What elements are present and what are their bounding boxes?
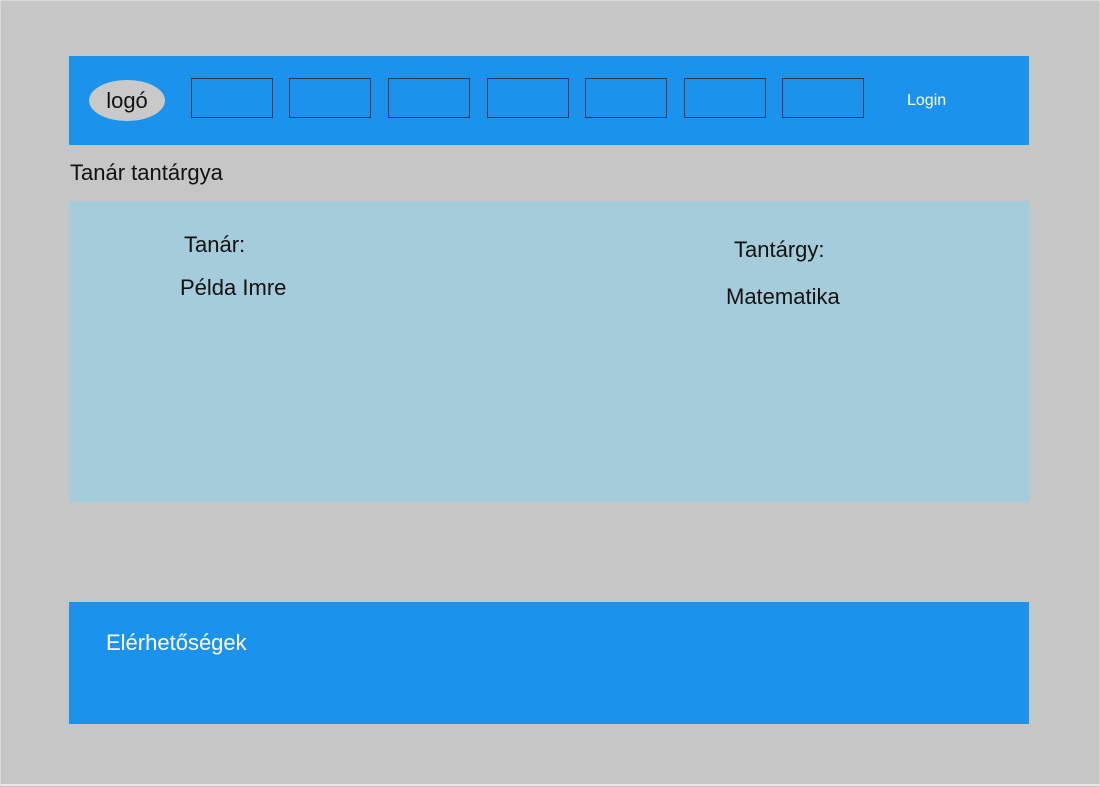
- nav-item-1[interactable]: [191, 78, 273, 118]
- footer: Elérhetőségek: [69, 602, 1029, 724]
- subject-value: Matematika: [726, 284, 840, 309]
- footer-contacts: Elérhetőségek: [106, 630, 247, 655]
- nav-item-6[interactable]: [684, 78, 766, 118]
- content-panel: Tanár: Példa Imre Tantárgy: Matematika: [69, 201, 1029, 502]
- nav-item-5[interactable]: [585, 78, 667, 118]
- nav-item-7[interactable]: [782, 78, 864, 118]
- nav-item-4[interactable]: [487, 78, 569, 118]
- teacher-label: Tanár:: [184, 232, 246, 257]
- navbar: logó Login: [69, 56, 1029, 145]
- logo[interactable]: logó: [89, 80, 165, 121]
- logo-text: logó: [106, 87, 148, 113]
- page-title: Tanár tantárgya: [70, 160, 223, 185]
- login-link[interactable]: Login: [907, 92, 946, 110]
- nav-item-3[interactable]: [388, 78, 470, 118]
- subject-label: Tantárgy:: [734, 237, 825, 262]
- teacher-value: Példa Imre: [180, 275, 287, 300]
- nav-item-2[interactable]: [289, 78, 371, 118]
